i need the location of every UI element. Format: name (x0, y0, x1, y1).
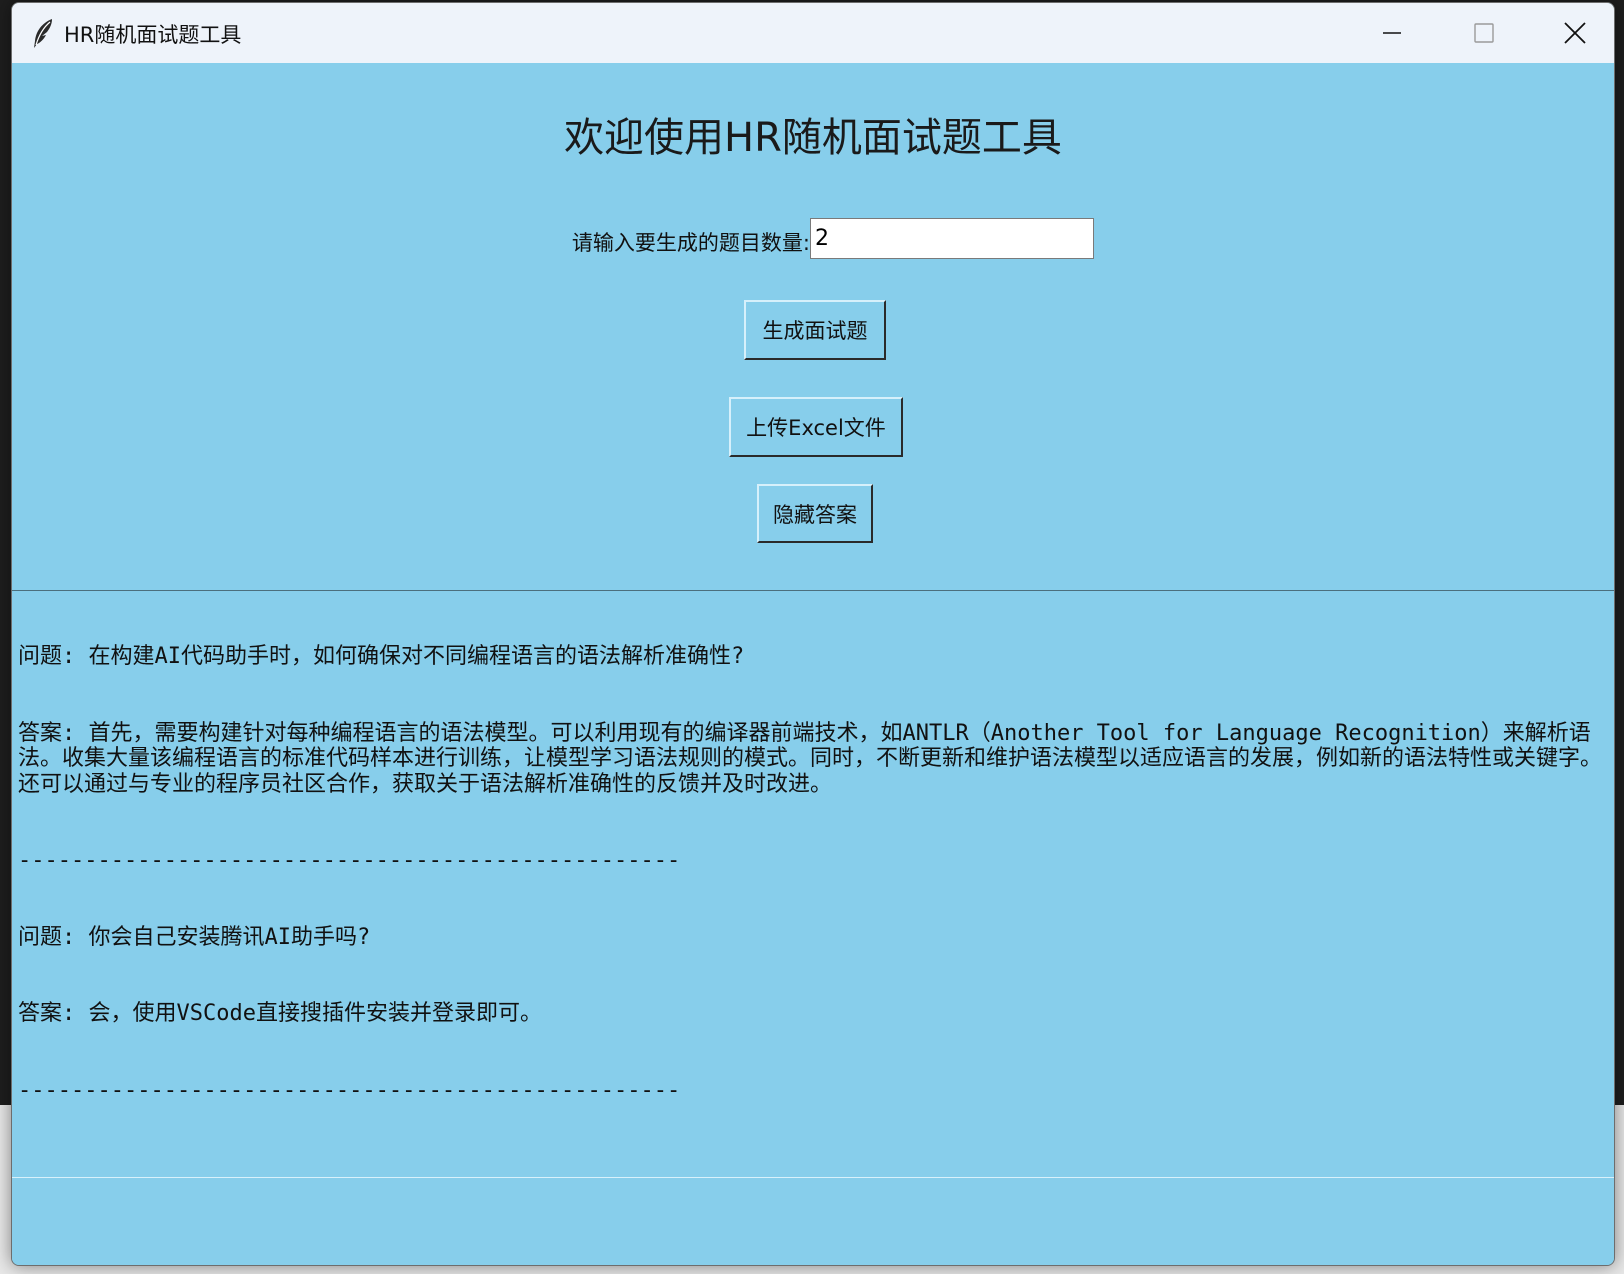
questions-output-text[interactable]: 问题: 在构建AI代码助手时，如何确保对不同编程语言的语法解析准确性? 答案: … (12, 590, 1614, 1178)
output-separator: ----------------------------------------… (18, 1077, 681, 1103)
minimize-icon (1382, 23, 1402, 43)
maximize-icon (1474, 23, 1494, 43)
app-window: HR随机面试题工具 欢迎使用HR随机面试题工具 请输入要生成的题目数量: 生成面… (11, 2, 1615, 1266)
question-count-label: 请输入要生成的题目数量: (571, 231, 810, 255)
maximize-button[interactable] (1439, 3, 1529, 63)
page-title: 欢迎使用HR随机面试题工具 (564, 115, 1062, 161)
bottom-bar (12, 1179, 1614, 1265)
title-bar[interactable]: HR随机面试题工具 (12, 3, 1614, 63)
close-icon (1564, 22, 1586, 44)
feather-icon (30, 17, 56, 51)
minimize-button[interactable] (1347, 3, 1437, 63)
upload-excel-button[interactable]: 上传Excel文件 (729, 397, 903, 457)
question-count-input[interactable] (810, 218, 1094, 259)
client-area: 欢迎使用HR随机面试题工具 请输入要生成的题目数量: 生成面试题 上传Excel… (12, 63, 1614, 1265)
output-question: 问题: 你会自己安装腾讯AI助手吗? (18, 924, 371, 950)
close-button[interactable] (1530, 3, 1614, 63)
output-separator: ----------------------------------------… (18, 848, 681, 873)
output-question: 问题: 在构建AI代码助手时，如何确保对不同编程语言的语法解析准确性? (18, 644, 745, 669)
generate-questions-button[interactable]: 生成面试题 (744, 300, 886, 360)
window-title: HR随机面试题工具 (64, 23, 242, 47)
output-answer: 答案: 首先，需要构建针对每种编程语言的语法模型。可以利用现有的编译器前端技术，… (18, 720, 1603, 797)
hide-answers-button[interactable]: 隐藏答案 (757, 484, 873, 543)
output-answer: 答案: 会，使用VSCode直接搜插件安装并登录即可。 (18, 1001, 542, 1026)
